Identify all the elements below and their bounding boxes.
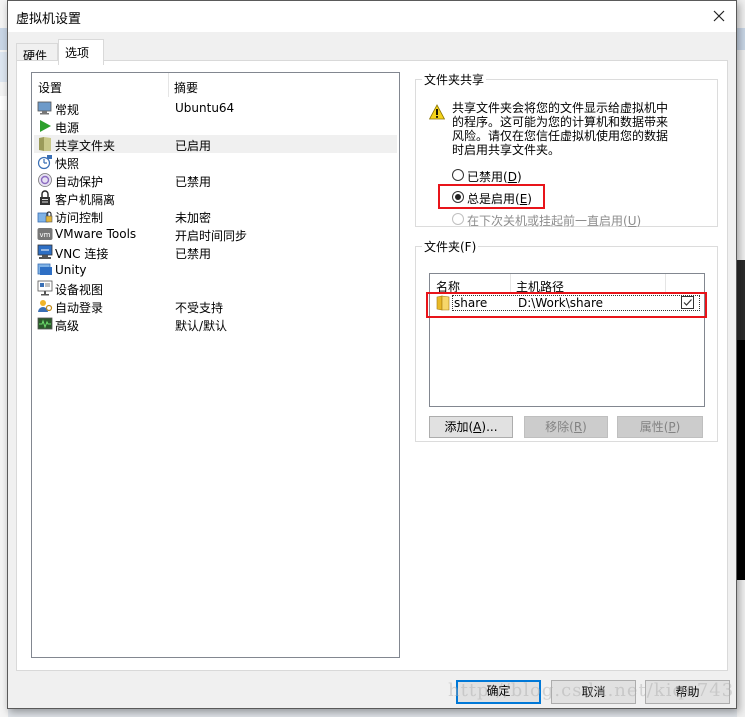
folders-group: 文件夹(F) 名称 主机路径 share D:\Work\share 添加(A)…: [415, 238, 718, 442]
column-divider[interactable]: [665, 274, 666, 294]
lock-icon: [40, 190, 50, 205]
radio-circle[interactable]: [452, 169, 464, 181]
remove-folder-button: 移除(R): [524, 416, 608, 438]
device-view-icon: [37, 280, 53, 296]
monitor-icon: [37, 101, 52, 115]
settings-item-name: Unity: [55, 263, 87, 277]
settings-item-summary: 已禁用: [175, 175, 212, 189]
folder-sharing-group: 文件夹共享 共享文件夹会将您的文件显示给虚拟机中 的程序。这可能为您的计算机和数…: [415, 71, 718, 228]
settings-item-4[interactable]: 自动保护 已禁用: [34, 171, 397, 189]
settings-item-9[interactable]: Unity: [34, 261, 397, 279]
radio-label: 在下次关机或挂起前一直启用(U): [467, 214, 642, 228]
settings-list-header: 设置 摘要: [32, 73, 399, 97]
settings-item-7[interactable]: vm VMware Tools 开启时间同步: [34, 225, 397, 243]
advanced-icon: [37, 317, 53, 330]
autologin-icon: [38, 300, 53, 312]
settings-item-2[interactable]: 共享文件夹 已启用: [34, 135, 397, 153]
settings-item-summary: 已禁用: [175, 247, 212, 261]
warning-icon: [429, 104, 445, 120]
settings-list: 设置 摘要 常规 Ubuntu64 电源 共享文件夹 已启用 快照 自动保护 已禁用 客户机隔离…: [31, 72, 400, 658]
settings-item-10[interactable]: 设备视图: [34, 279, 397, 297]
settings-item-summary: 未加密: [175, 211, 212, 225]
settings-item-0[interactable]: 常规 Ubuntu64: [34, 99, 397, 117]
svg-text:vm: vm: [40, 231, 51, 239]
settings-item-name: 高级: [55, 319, 80, 333]
warning-line: 时启用共享文件夹。: [452, 143, 561, 157]
vmware-tools-icon: vm: [37, 228, 53, 240]
vnc-icon: [37, 244, 53, 259]
settings-item-6[interactable]: 访问控制 未加密: [34, 207, 397, 225]
warning-line: 风险。请仅在您信任虚拟机使用您的数据: [452, 129, 669, 143]
settings-item-summary: 默认/默认: [175, 319, 228, 333]
autoprotect-icon: [38, 173, 52, 187]
close-icon: [713, 10, 725, 22]
settings-item-name: 访问控制: [55, 211, 104, 225]
ok-button[interactable]: 确定: [456, 680, 541, 704]
settings-item-name: VMware Tools: [55, 227, 137, 241]
radio-circle: [452, 213, 464, 225]
snapshot-icon: [37, 155, 52, 170]
settings-item-8[interactable]: VNC 连接 已禁用: [34, 243, 397, 261]
settings-item-name: 自动保护: [55, 175, 104, 189]
settings-item-name: VNC 连接: [55, 247, 109, 261]
settings-item-summary: 开启时间同步: [175, 229, 248, 243]
column-divider[interactable]: [168, 73, 169, 97]
settings-item-summary: Ubuntu64: [175, 101, 235, 115]
title-bar: 虚拟机设置: [8, 1, 736, 32]
vm-settings-dialog: 虚拟机设置 硬件 选项 设置 摘要 常规 Ubuntu64 电源 共享文件夹 已启用 快照…: [7, 0, 737, 709]
tab-options[interactable]: 选项: [58, 39, 104, 65]
settings-item-name: 设备视图: [55, 283, 104, 297]
close-button[interactable]: [708, 5, 730, 27]
folder-sharing-legend: 文件夹共享: [424, 73, 485, 87]
warning-line: 共享文件夹会将您的文件显示给虚拟机中: [452, 101, 669, 115]
column-header-summary[interactable]: 摘要: [174, 79, 198, 96]
settings-item-12[interactable]: 高级 默认/默认: [34, 315, 397, 333]
settings-item-name: 快照: [55, 157, 80, 171]
shared-folder-icon: [39, 137, 51, 151]
background-app-right: [737, 0, 745, 717]
cancel-button[interactable]: 取消: [551, 680, 636, 704]
settings-item-3[interactable]: 快照: [34, 153, 397, 171]
warning-line: 的程序。这可能为您的计算机和数据带来: [452, 115, 669, 129]
settings-item-name: 客户机隔离: [55, 193, 116, 207]
settings-item-name: 电源: [55, 121, 80, 135]
annotation-highlight-box: [426, 292, 707, 318]
column-divider[interactable]: [510, 274, 511, 294]
settings-item-name: 自动登录: [55, 301, 104, 315]
folders-legend: 文件夹(F): [424, 240, 477, 254]
radio-label[interactable]: 已禁用(D): [467, 168, 522, 185]
add-folder-button[interactable]: 添加(A)...: [429, 416, 513, 438]
settings-item-summary: 已启用: [175, 139, 212, 153]
settings-item-name: 常规: [55, 103, 80, 117]
help-button[interactable]: 帮助: [645, 680, 730, 704]
annotation-highlight-box: [438, 184, 545, 209]
settings-item-11[interactable]: 自动登录 不受支持: [34, 297, 397, 315]
folder-properties-button: 属性(P): [617, 416, 703, 438]
settings-item-5[interactable]: 客户机隔离: [34, 189, 397, 207]
window-title: 虚拟机设置: [16, 12, 82, 27]
settings-item-summary: 不受支持: [175, 301, 224, 315]
power-play-icon: [40, 120, 51, 132]
unity-icon: [37, 263, 52, 275]
warning-text: 共享文件夹会将您的文件显示给虚拟机中 的程序。这可能为您的计算机和数据带来 风险…: [452, 101, 682, 157]
options-panel: 设置 摘要 常规 Ubuntu64 电源 共享文件夹 已启用 快照 自动保护 已禁用 客户机隔离…: [16, 60, 728, 671]
access-control-icon: [37, 211, 53, 223]
folders-table-header: 名称 主机路径: [430, 274, 704, 294]
column-header-setting[interactable]: 设置: [38, 79, 62, 96]
settings-item-1[interactable]: 电源: [34, 117, 397, 135]
settings-item-name: 共享文件夹: [55, 139, 116, 153]
